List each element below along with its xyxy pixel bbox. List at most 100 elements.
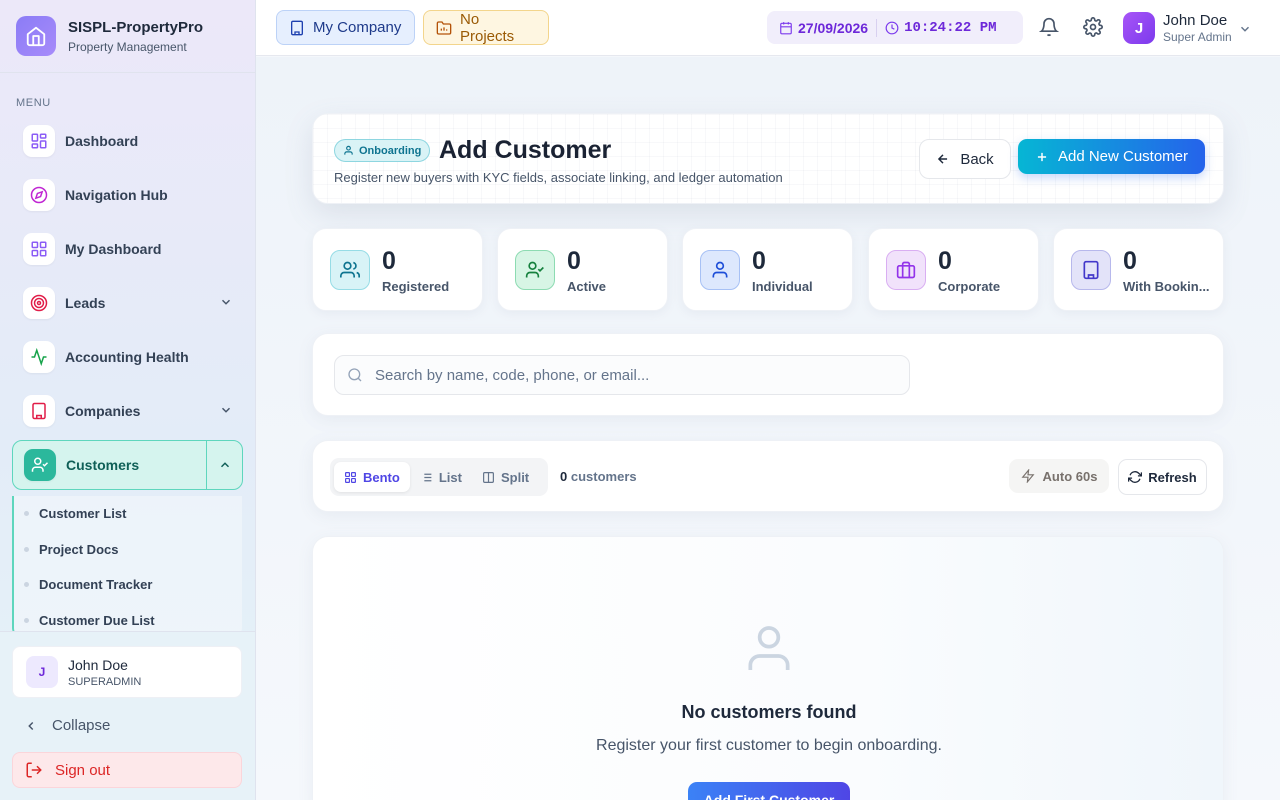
menu-label: MENU xyxy=(16,97,51,109)
stat-value: 0 xyxy=(1123,247,1137,275)
back-button[interactable]: Back xyxy=(919,139,1011,179)
submenu-item-label: Project Docs xyxy=(39,541,119,557)
refresh-icon xyxy=(1128,470,1143,484)
search-input[interactable] xyxy=(375,366,875,384)
submenu-item-customer-list[interactable]: Customer List xyxy=(24,496,242,532)
folder-icon xyxy=(436,20,452,36)
bullet-icon xyxy=(24,511,29,517)
user-check-icon xyxy=(515,250,555,290)
app-name: SISPL-PropertyPro xyxy=(68,18,204,36)
sidebar-item-dashboard[interactable]: Dashboard xyxy=(12,116,243,166)
sidebar: SISPL-PropertyPro Property Management ME… xyxy=(0,0,256,800)
target-icon xyxy=(23,287,55,319)
empty-subtitle: Register your first customer to begin on… xyxy=(596,737,942,754)
stat-label: Individual xyxy=(752,279,813,294)
sidebar-item-leads[interactable]: Leads xyxy=(12,278,243,328)
grid-icon xyxy=(23,233,55,265)
collapse-button[interactable]: Collapse xyxy=(24,717,110,734)
sidebar-item-my-dashboard[interactable]: My Dashboard xyxy=(12,224,243,274)
user-check-icon xyxy=(24,449,56,481)
bullet-icon xyxy=(24,546,29,552)
sidebar-item-label: Leads xyxy=(65,295,106,311)
page-subtitle: Register new buyers with KYC fields, ass… xyxy=(334,170,783,185)
sidebar-item-customers[interactable]: Customers xyxy=(12,440,243,490)
building-icon xyxy=(289,20,305,36)
stat-card-registered: 0 Registered xyxy=(312,228,483,311)
auto-refresh-toggle[interactable]: Auto 60s xyxy=(1009,459,1109,493)
bullet-icon xyxy=(24,617,29,623)
user-name: John Doe xyxy=(68,656,128,673)
count-value: 0 xyxy=(560,469,568,484)
add-first-customer-button[interactable]: Add First Customer xyxy=(688,782,850,800)
columns-icon xyxy=(482,471,494,483)
zap-icon xyxy=(1021,469,1035,483)
home-icon xyxy=(16,16,56,56)
sidebar-item-label: Companies xyxy=(65,403,141,419)
projects-label: No Projects xyxy=(460,10,515,45)
user-icon xyxy=(700,250,740,290)
chevron-down-icon[interactable] xyxy=(219,403,233,417)
view-mode-bento[interactable]: Bento xyxy=(334,462,410,492)
search-box[interactable] xyxy=(334,355,910,395)
bell-icon[interactable] xyxy=(1039,17,1059,37)
collapse-label: Collapse xyxy=(52,717,111,734)
add-new-customer-button[interactable]: Add New Customer xyxy=(1018,139,1205,174)
app-subtitle: Property Management xyxy=(68,39,187,54)
add-label: Add New Customer xyxy=(1057,148,1189,165)
sidebar-item-navigation-hub[interactable]: Navigation Hub xyxy=(12,170,243,220)
submenu-item-project-docs[interactable]: Project Docs xyxy=(24,532,242,568)
briefcase-icon xyxy=(886,250,926,290)
empty-state: No customers found Register your first c… xyxy=(312,536,1224,800)
brand: SISPL-PropertyPro Property Management xyxy=(0,0,255,73)
bullet-icon xyxy=(24,582,29,588)
user-role: SUPERADMIN xyxy=(68,675,142,688)
submenu-item-label: Customer Due List xyxy=(39,612,155,628)
view-toolbar: Bento List Split 0 customers Auto 60s Re… xyxy=(312,440,1224,512)
stat-value: 0 xyxy=(567,247,581,275)
refresh-button[interactable]: Refresh xyxy=(1118,459,1207,495)
signout-label: Sign out xyxy=(55,761,111,779)
list-icon xyxy=(421,473,432,481)
project-selector[interactable]: No Projects xyxy=(423,10,549,45)
sidebar-item-accounting-health[interactable]: Accounting Health xyxy=(12,332,243,382)
building-icon xyxy=(1071,250,1111,290)
sidebar-item-label: Customers xyxy=(66,457,140,473)
view-mode-split[interactable]: Split xyxy=(472,462,539,492)
sidebar-item-label: Accounting Health xyxy=(65,349,189,365)
calendar-icon xyxy=(779,21,793,35)
stat-card-individual: 0 Individual xyxy=(682,228,853,311)
topbar: My Company No Projects 27/09/2026 10:24:… xyxy=(256,0,1280,56)
grid-icon xyxy=(345,471,356,483)
search-card xyxy=(312,333,1224,416)
submenu-item-document-tracker[interactable]: Document Tracker xyxy=(24,567,242,603)
back-label: Back xyxy=(960,150,994,168)
view-mode-toggle: Bento List Split xyxy=(330,458,548,496)
gear-icon[interactable] xyxy=(1083,17,1103,37)
count-label: customers xyxy=(570,469,637,484)
customers-submenu: Customer List Project Docs Document Trac… xyxy=(12,496,242,636)
page-title: Add Customer xyxy=(439,136,612,164)
datetime-display: 27/09/2026 10:24:22 PM xyxy=(767,11,1023,44)
chevron-down-icon[interactable] xyxy=(1238,22,1252,36)
avatar[interactable]: J xyxy=(1123,12,1155,44)
sidebar-item-companies[interactable]: Companies xyxy=(12,386,243,436)
view-mode-list[interactable]: List xyxy=(410,462,472,492)
view-mode-label: List xyxy=(438,469,462,485)
customer-count: 0 customers xyxy=(560,469,637,484)
user-icon xyxy=(741,621,797,677)
empty-title: No customers found xyxy=(681,702,857,722)
clock-icon xyxy=(885,21,899,35)
stat-card-active: 0 Active xyxy=(497,228,668,311)
page-header-card: Onboarding Add Customer Register new buy… xyxy=(312,113,1224,204)
signout-button[interactable]: Sign out xyxy=(12,752,242,788)
stat-label: With Bookin... xyxy=(1123,279,1210,294)
chevron-down-icon[interactable] xyxy=(219,295,233,309)
sidebar-user-card[interactable]: J John Doe SUPERADMIN xyxy=(12,646,242,698)
main-content: Onboarding Add Customer Register new buy… xyxy=(256,57,1280,800)
chevron-up-icon[interactable] xyxy=(206,441,242,489)
status-badge: Onboarding xyxy=(334,139,431,162)
user-name[interactable]: John Doe xyxy=(1163,12,1227,29)
sidebar-footer: J John Doe SUPERADMIN Collapse Sign out xyxy=(0,631,255,800)
company-selector[interactable]: My Company xyxy=(276,10,415,45)
chevron-left-icon xyxy=(24,719,38,733)
